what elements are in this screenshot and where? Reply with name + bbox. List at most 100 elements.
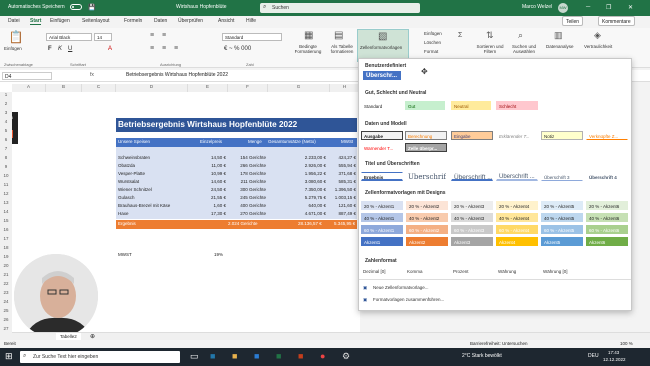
table-cell[interactable]: 154 Gerichte bbox=[230, 154, 266, 162]
style-note[interactable]: Notiz bbox=[541, 131, 583, 140]
style-accent-r60-1[interactable]: 60 % - Akzent1 bbox=[361, 225, 403, 234]
data-analysis-label[interactable]: Datenanalyse bbox=[546, 44, 574, 49]
row-header[interactable]: 6 bbox=[0, 137, 12, 146]
data-analysis-icon[interactable]: ▥ bbox=[554, 30, 563, 41]
column-header-a[interactable]: A bbox=[12, 84, 46, 92]
style-heading-3[interactable]: Überschrift 3 bbox=[541, 172, 583, 181]
new-style-link[interactable]: Neue Zellenformatvorlage... bbox=[373, 285, 429, 290]
row-header[interactable]: 11 bbox=[0, 182, 12, 191]
table-cell[interactable]: Schweinsbraten bbox=[118, 154, 188, 162]
sensitivity-icon[interactable]: ◈ bbox=[594, 30, 601, 41]
delete-cells-button[interactable]: Löschen bbox=[424, 40, 441, 45]
total-quantity[interactable]: 2.024 Gerichte bbox=[228, 220, 258, 228]
tab-datei[interactable]: Datei bbox=[8, 18, 20, 24]
row-header[interactable]: 4 bbox=[0, 119, 12, 128]
bold-icon[interactable]: F bbox=[48, 46, 52, 52]
style-accent-r20-5[interactable]: 20 % - Akzent5 bbox=[541, 201, 583, 210]
style-warning[interactable]: Warnender T... bbox=[361, 143, 403, 152]
style-output[interactable]: Ausgabe bbox=[361, 131, 403, 140]
total-label[interactable]: Ergebnis bbox=[118, 220, 136, 228]
style-accent-r20-6[interactable]: 20 % - Akzent6 bbox=[586, 201, 628, 210]
style-accent-r40-3[interactable]: 40 % - Akzent3 bbox=[451, 213, 493, 222]
as-table-label[interactable]: Als Tabelle formatieren bbox=[328, 44, 356, 54]
status-accessibility[interactable]: Barrierefreiheit: Untersuchen bbox=[470, 341, 528, 346]
style-neutral[interactable]: Neutral bbox=[451, 101, 491, 110]
style-custom-heading[interactable]: Überschr... bbox=[363, 71, 401, 80]
column-header-d[interactable]: D bbox=[116, 84, 188, 92]
style-bad[interactable]: Schlecht bbox=[496, 101, 538, 110]
italic-icon[interactable]: K bbox=[58, 46, 62, 52]
style-accent-r40-4[interactable]: 40 % - Akzent4 bbox=[496, 213, 538, 222]
app-icon-1[interactable]: ■ bbox=[210, 351, 215, 361]
row-header[interactable]: 14 bbox=[0, 209, 12, 218]
table-cell[interactable]: 14,50 € bbox=[190, 154, 226, 162]
row-header[interactable]: 19 bbox=[0, 254, 12, 263]
row-header[interactable]: 16 bbox=[0, 227, 12, 236]
formula-input[interactable]: Betriebsergebnis Wirtshaus Hopfenblüte 2… bbox=[126, 72, 228, 78]
column-header-b[interactable]: B bbox=[46, 84, 82, 92]
search-box[interactable]: ⌕ Suchen bbox=[260, 3, 420, 13]
powerpoint-icon[interactable]: ■ bbox=[298, 351, 303, 361]
style-accent-r40-1[interactable]: 40 % - Akzent1 bbox=[361, 213, 403, 222]
table-cell[interactable]: 11,00 € bbox=[190, 162, 226, 170]
column-header-c[interactable]: C bbox=[82, 84, 116, 92]
table-cell[interactable]: Obatzda bbox=[118, 162, 188, 170]
sheet-tab-2[interactable]: Tabelle2 bbox=[56, 333, 81, 340]
row-header[interactable]: 26 bbox=[0, 317, 12, 326]
header-dishes[interactable]: Unsere Speisen bbox=[118, 138, 150, 146]
table-cell[interactable]: 266 Gerichte bbox=[230, 162, 266, 170]
table-cell[interactable]: 1.003,15 € bbox=[330, 194, 356, 202]
style-accent-r60-2[interactable]: 60 % - Akzent2 bbox=[406, 225, 448, 234]
clock-time[interactable]: 17:43 bbox=[608, 350, 619, 355]
taskbar-search[interactable]: ⌕ Zur Suche Text hier eingeben bbox=[20, 351, 180, 363]
table-cell[interactable]: 4.671,00 € bbox=[270, 210, 326, 218]
column-header-e[interactable]: E bbox=[188, 84, 228, 92]
row-header[interactable]: 1 bbox=[0, 92, 12, 101]
row-header[interactable]: 25 bbox=[0, 308, 12, 317]
align-right-icon[interactable]: ≡ bbox=[174, 45, 178, 52]
avatar[interactable]: MW bbox=[558, 3, 568, 13]
style-accent-r20-4[interactable]: 20 % - Akzent4 bbox=[496, 201, 538, 210]
style-accent-r60-4[interactable]: 60 % - Akzent4 bbox=[496, 225, 538, 234]
zoom-level[interactable]: 100 % bbox=[620, 341, 633, 346]
mwst-value[interactable]: 19% bbox=[214, 251, 223, 259]
style-accent-rA-2[interactable]: Akzent2 bbox=[406, 237, 448, 246]
row-header[interactable]: 8 bbox=[0, 155, 12, 164]
style-title[interactable]: Überschrift bbox=[405, 172, 447, 181]
row-header[interactable]: 23 bbox=[0, 290, 12, 299]
table-cell[interactable]: Wurstsalat bbox=[118, 178, 188, 186]
settings-icon[interactable]: ⚙ bbox=[342, 351, 350, 362]
style-currency[interactable]: Währung bbox=[498, 269, 516, 274]
font-combo[interactable]: Arial Black bbox=[46, 33, 92, 41]
table-cell[interactable]: 17,30 € bbox=[190, 210, 226, 218]
find-select-label[interactable]: Suchen und Auswählen bbox=[510, 44, 538, 54]
tab-start[interactable]: Start bbox=[30, 18, 42, 25]
conditional-format-icon[interactable]: ▦ bbox=[304, 30, 313, 41]
excel-icon[interactable]: ■ bbox=[276, 351, 281, 361]
table-cell[interactable]: 3.080,60 € bbox=[270, 178, 326, 186]
tab-ansicht[interactable]: Ansicht bbox=[218, 18, 234, 24]
font-size-combo[interactable]: 14 bbox=[94, 33, 112, 41]
sensitivity-label[interactable]: Vertraulichkeit bbox=[584, 44, 612, 49]
tab-hilfe[interactable]: Hilfe bbox=[246, 18, 256, 24]
table-icon[interactable]: ▤ bbox=[334, 30, 343, 41]
table-cell[interactable]: 7.350,00 € bbox=[270, 186, 326, 194]
table-cell[interactable]: Gulasch bbox=[118, 194, 188, 202]
task-view-icon[interactable]: ▭ bbox=[190, 351, 199, 362]
restore-icon[interactable]: ❐ bbox=[606, 4, 611, 11]
report-title[interactable]: Betriebsergebnis Wirtshaus Hopfenblüte 2… bbox=[116, 118, 357, 132]
share-button[interactable]: Teilen bbox=[562, 16, 584, 26]
mwst-label[interactable]: MWST bbox=[118, 251, 132, 259]
table-cell[interactable]: 2.926,00 € bbox=[270, 162, 326, 170]
total-vat[interactable]: 5.345,95 € bbox=[334, 220, 355, 228]
font-color-icon[interactable]: A bbox=[108, 46, 112, 52]
align-center-icon[interactable]: ≡ bbox=[162, 45, 166, 52]
column-header-h[interactable]: H bbox=[330, 84, 360, 92]
tab-formeln[interactable]: Formeln bbox=[124, 18, 142, 24]
table-cell[interactable]: Vesper-Platte bbox=[118, 170, 188, 178]
row-header[interactable]: 18 bbox=[0, 245, 12, 254]
style-accent-r40-5[interactable]: 40 % - Akzent5 bbox=[541, 213, 583, 222]
table-cell[interactable]: 887,49 € bbox=[330, 210, 356, 218]
close-icon[interactable]: ✕ bbox=[628, 4, 633, 11]
style-accent-r20-1[interactable]: 20 % - Akzent1 bbox=[361, 201, 403, 210]
